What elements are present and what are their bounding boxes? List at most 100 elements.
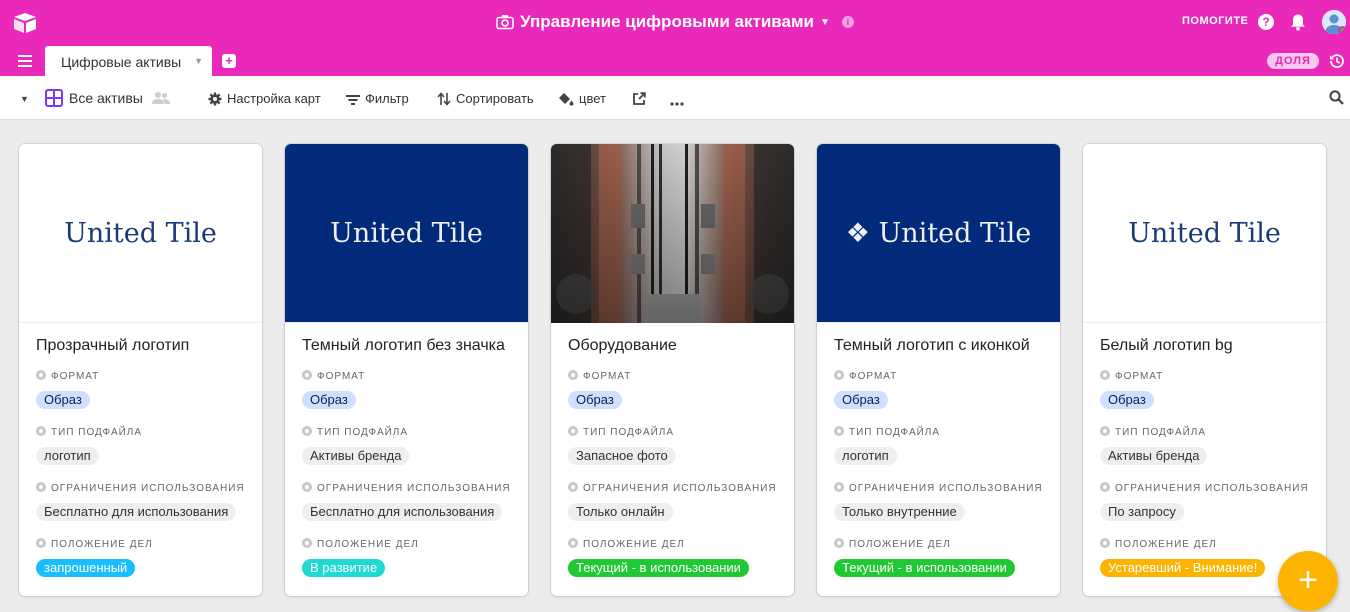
subtype-pill: Запасное фото bbox=[568, 447, 676, 465]
filter-button[interactable]: Фильтр bbox=[346, 91, 409, 107]
customize-label: Настройка карт bbox=[227, 91, 321, 106]
hamburger-icon[interactable] bbox=[18, 55, 32, 67]
cover-logo-text: United Tile bbox=[1128, 217, 1281, 249]
sort-button[interactable]: Сортировать bbox=[437, 91, 534, 107]
info-icon[interactable]: i bbox=[841, 16, 854, 28]
format-pill: Образ bbox=[36, 391, 90, 409]
field-status: ПОЛОЖЕНИЕ ДЕЛ В развитие bbox=[302, 538, 517, 577]
field-status: ПОЛОЖЕНИЕ ДЕЛ запрошенный bbox=[36, 538, 251, 577]
status-badge: Текущий - в использовании bbox=[568, 559, 749, 577]
field-usage: ОГРАНИЧЕНИЯ ИСПОЛЬЗОВАНИЯ Бесплатно для … bbox=[36, 482, 251, 521]
card-cover-image: United Tile bbox=[19, 144, 262, 323]
status-badge: запрошенный bbox=[36, 559, 136, 577]
field-type-icon bbox=[1100, 370, 1110, 380]
record-card[interactable]: United Tile Белый логотип bg ФОРМАТ Обра… bbox=[1083, 144, 1326, 596]
field-type-icon bbox=[302, 426, 312, 436]
field-label: ОГРАНИЧЕНИЯ ИСПОЛЬЗОВАНИЯ bbox=[51, 483, 245, 494]
help-icon[interactable]: ? bbox=[1258, 14, 1274, 30]
field-usage: ОГРАНИЧЕНИЯ ИСПОЛЬЗОВАНИЯ Бесплатно для … bbox=[302, 482, 517, 521]
field-usage: ОГРАНИЧЕНИЯ ИСПОЛЬЗОВАНИЯ По запросу bbox=[1100, 482, 1315, 521]
field-type-icon bbox=[568, 370, 578, 380]
status-badge: В развитие bbox=[302, 559, 386, 577]
field-type-icon bbox=[834, 426, 844, 436]
add-record-button[interactable]: + bbox=[1278, 551, 1338, 611]
customize-cards-button[interactable]: Настройка карт bbox=[208, 91, 321, 107]
record-card[interactable]: United Tile Прозрачный логотип ФОРМАТ Об… bbox=[19, 144, 262, 596]
field-type-icon bbox=[1100, 538, 1110, 548]
field-type-icon bbox=[568, 426, 578, 436]
record-card[interactable]: ❖ United Tile Темный логотип с иконкой Ф… bbox=[817, 144, 1060, 596]
help-link[interactable]: ПОМОГИТЕ bbox=[1182, 15, 1248, 27]
card-cover-image: ❖ United Tile bbox=[817, 144, 1060, 323]
field-label: ФОРМАТ bbox=[317, 371, 366, 382]
field-label: ТИП ПОДФАЙЛА bbox=[849, 427, 941, 438]
field-label: ФОРМАТ bbox=[849, 371, 898, 382]
field-label: ТИП ПОДФАЙЛА bbox=[1115, 427, 1207, 438]
format-pill: Образ bbox=[568, 391, 622, 409]
color-button[interactable]: цвет bbox=[558, 91, 606, 107]
field-usage: ОГРАНИЧЕНИЯ ИСПОЛЬЗОВАНИЯ Только внутрен… bbox=[834, 482, 1049, 521]
card-title: Оборудование bbox=[568, 337, 677, 354]
field-subtype: ТИП ПОДФАЙЛА Запасное фото bbox=[568, 426, 783, 465]
avatar[interactable] bbox=[1322, 10, 1346, 34]
field-type-icon bbox=[1100, 482, 1110, 492]
record-card[interactable]: United Tile Темный логотип без значка ФО… bbox=[285, 144, 528, 596]
field-subtype: ТИП ПОДФАЙЛА Активы бренда bbox=[1100, 426, 1315, 465]
field-type-icon bbox=[302, 482, 312, 492]
subtype-pill: логотип bbox=[36, 447, 99, 465]
field-label: ОГРАНИЧЕНИЯ ИСПОЛЬЗОВАНИЯ bbox=[317, 483, 511, 494]
people-icon[interactable] bbox=[152, 91, 170, 105]
card-cover-image: United Tile bbox=[285, 144, 528, 323]
view-name[interactable]: Все активы bbox=[69, 90, 143, 106]
field-label: ПОЛОЖЕНИЕ ДЕЛ bbox=[1115, 539, 1217, 550]
status-badge: Устаревший - Внимание! bbox=[1100, 559, 1266, 577]
color-label: цвет bbox=[579, 91, 606, 106]
sidebar-toggle-icon[interactable]: ▼ bbox=[20, 94, 29, 104]
field-type-icon bbox=[834, 482, 844, 492]
card-title: Темный логотип без значка bbox=[302, 337, 505, 354]
field-status: ПОЛОЖЕНИЕ ДЕЛ Текущий - в использовании bbox=[568, 538, 783, 577]
field-label: ОГРАНИЧЕНИЯ ИСПОЛЬЗОВАНИЯ bbox=[1115, 483, 1309, 494]
sort-icon bbox=[437, 92, 451, 106]
bell-icon[interactable] bbox=[1290, 13, 1306, 31]
search-icon[interactable] bbox=[1329, 90, 1344, 105]
view-toolbar: ▼ Все активы Настройка карт Фильтр Сорти… bbox=[0, 76, 1350, 120]
table-tab-bar: Цифровые активы ▼ + ДОЛЯ bbox=[0, 46, 1350, 76]
card-cover-image: United Tile bbox=[1083, 144, 1326, 323]
chevron-down-icon[interactable]: ▼ bbox=[194, 56, 203, 66]
field-subtype: ТИП ПОДФАЙЛА логотип bbox=[36, 426, 251, 465]
record-card[interactable]: Оборудование ФОРМАТ Образ ТИП ПОДФАЙЛА З… bbox=[551, 144, 794, 596]
base-title-wrap[interactable]: Управление цифровыми активами ▼ i bbox=[0, 12, 1350, 32]
field-subtype: ТИП ПОДФАЙЛА логотип bbox=[834, 426, 1049, 465]
gallery-view-icon[interactable] bbox=[45, 89, 63, 107]
filter-label: Фильтр bbox=[365, 91, 409, 106]
gallery-grid: United Tile Прозрачный логотип ФОРМАТ Об… bbox=[0, 121, 1350, 612]
usage-pill: Только онлайн bbox=[568, 503, 673, 521]
share-button[interactable]: ДОЛЯ bbox=[1267, 53, 1319, 69]
card-title: Темный логотип с иконкой bbox=[834, 337, 1030, 354]
base-title[interactable]: Управление цифровыми активами bbox=[520, 12, 814, 31]
format-pill: Образ bbox=[302, 391, 356, 409]
field-label: ФОРМАТ bbox=[583, 371, 632, 382]
field-type-icon bbox=[36, 370, 46, 380]
field-type-icon bbox=[36, 538, 46, 548]
add-tab-icon[interactable]: + bbox=[222, 54, 236, 68]
field-label: ТИП ПОДФАЙЛА bbox=[317, 427, 409, 438]
cover-logo-text: ❖ United Tile bbox=[845, 217, 1032, 249]
field-label: ПОЛОЖЕНИЕ ДЕЛ bbox=[849, 539, 951, 550]
field-label: ТИП ПОДФАЙЛА bbox=[583, 427, 675, 438]
plus-icon: + bbox=[1298, 561, 1318, 599]
field-type-icon bbox=[1100, 426, 1110, 436]
history-icon[interactable] bbox=[1329, 53, 1345, 69]
top-bar: Управление цифровыми активами ▼ i ПОМОГИТЕ… bbox=[0, 0, 1350, 46]
field-format: ФОРМАТ Образ bbox=[1100, 370, 1315, 409]
format-pill: Образ bbox=[834, 391, 888, 409]
chevron-down-icon[interactable]: ▼ bbox=[820, 17, 830, 28]
tab-digital-assets[interactable]: Цифровые активы ▼ bbox=[45, 46, 212, 76]
share-view-button[interactable] bbox=[632, 91, 651, 107]
card-title: Прозрачный логотип bbox=[36, 337, 190, 354]
field-label: ПОЛОЖЕНИЕ ДЕЛ bbox=[583, 539, 685, 550]
subtype-pill: Активы бренда bbox=[1100, 447, 1208, 465]
sort-label: Сортировать bbox=[456, 91, 534, 106]
more-options-button[interactable] bbox=[670, 91, 689, 107]
